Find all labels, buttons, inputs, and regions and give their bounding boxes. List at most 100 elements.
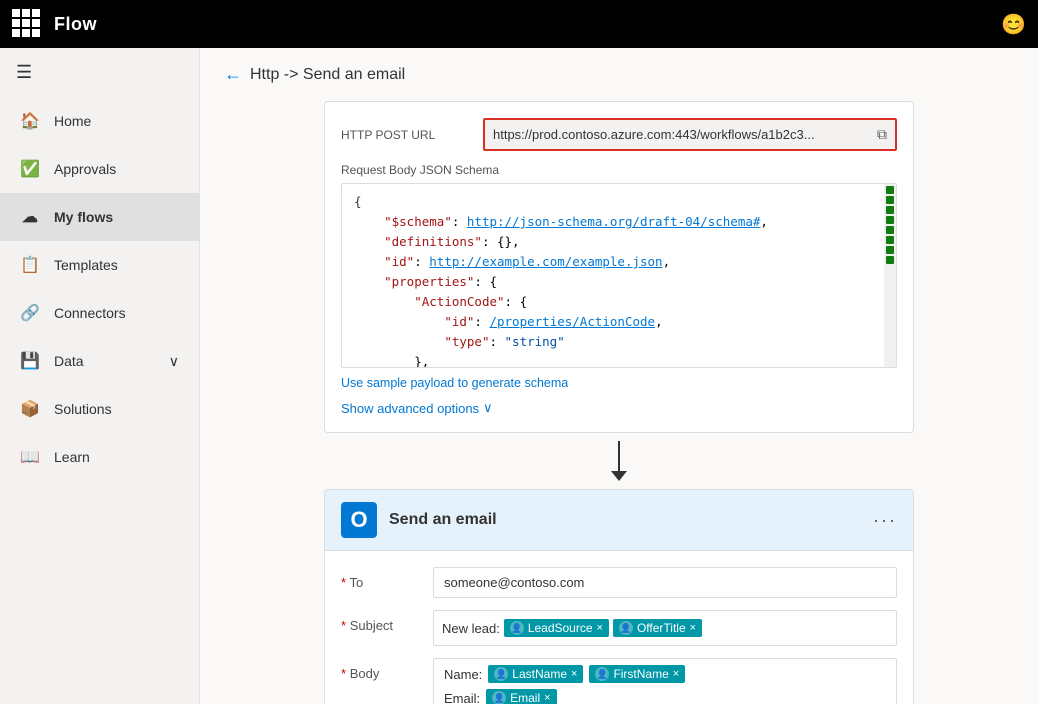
json-line-6: "id": /properties/ActionCode, — [354, 312, 870, 332]
breadcrumb-text: Http -> Send an email — [250, 66, 405, 84]
waffle-icon[interactable] — [12, 9, 42, 39]
sidebar-item-solutions[interactable]: 📦 Solutions — [0, 385, 199, 433]
json-line-1: "$schema": http://json-schema.org/draft-… — [354, 212, 870, 232]
sidebar-item-learn[interactable]: 📖 Learn — [0, 433, 199, 481]
subject-input[interactable]: New lead: 👤 LeadSource × 👤 OfferTitle × — [433, 610, 897, 646]
myflows-icon: ☁ — [20, 207, 40, 227]
json-line-3: "id": http://example.com/example.json, — [354, 252, 870, 272]
json-scrollbar[interactable] — [884, 184, 896, 367]
subject-field-row: * Subject New lead: 👤 LeadSource × — [341, 610, 897, 646]
body-email-prefix: Email: — [444, 691, 480, 704]
scroll-dot — [886, 236, 894, 244]
sidebar-item-connectors[interactable]: 🔗 Connectors — [0, 289, 199, 337]
data-expand-icon: ∨ — [169, 353, 179, 370]
sidebar-label-templates: Templates — [54, 257, 118, 273]
email-tag-label: Email — [510, 691, 540, 704]
learn-icon: 📖 — [20, 447, 40, 467]
body-name-prefix: Name: — [444, 667, 482, 682]
cards-area: HTTP POST URL https://prod.contoso.azure… — [200, 101, 1038, 704]
to-label: * To — [341, 567, 421, 590]
email-tag-close[interactable]: × — [544, 692, 550, 704]
lastname-tag-close[interactable]: × — [571, 668, 577, 680]
sidebar-label-myflows: My flows — [54, 209, 113, 225]
scroll-dot — [886, 186, 894, 194]
app-title: Flow — [54, 14, 97, 35]
body-tag-lastname: 👤 LastName × — [488, 665, 583, 683]
arrow-down — [611, 441, 627, 481]
sidebar-item-myflows[interactable]: ☁ My flows — [0, 193, 199, 241]
http-show-advanced[interactable]: Show advanced options ∨ — [341, 400, 897, 416]
leadsource-tag-close[interactable]: × — [597, 622, 603, 634]
back-button[interactable]: ← — [224, 64, 242, 85]
sidebar-item-data[interactable]: 💾 Data ∨ — [0, 337, 199, 385]
subject-label: * Subject — [341, 610, 421, 633]
lastname-tag-label: LastName — [512, 667, 567, 681]
user-icon[interactable]: 😊 — [1001, 12, 1026, 37]
body-tag-email: 👤 Email × — [486, 689, 556, 704]
body-required: * — [341, 666, 346, 681]
body-field-row: * Body Name: 👤 LastName × — [341, 658, 897, 704]
outlook-icon: O — [341, 502, 377, 538]
subject-tag-leadsource: 👤 LeadSource × — [504, 619, 609, 637]
to-label-text: To — [349, 575, 363, 590]
email-card-title: Send an email — [389, 511, 861, 529]
sidebar-label-home: Home — [54, 113, 91, 129]
content-area: ← Http -> Send an email HTTP POST URL ht… — [200, 48, 1038, 704]
body-input[interactable]: Name: 👤 LastName × 👤 FirstName × — [433, 658, 897, 704]
json-line-7: "type": "string" — [354, 332, 870, 352]
body-name-line: Name: 👤 LastName × 👤 FirstName × — [444, 665, 886, 683]
approvals-icon: ✅ — [20, 159, 40, 179]
body-tag-firstname: 👤 FirstName × — [589, 665, 685, 683]
sidebar-item-templates[interactable]: 📋 Templates — [0, 241, 199, 289]
arrow-line — [618, 441, 620, 471]
json-editor[interactable]: { "$schema": http://json-schema.org/draf… — [341, 183, 897, 368]
offertitle-tag-icon: 👤 — [619, 621, 633, 635]
body-email-line: Email: 👤 Email × — [444, 689, 886, 704]
copy-button[interactable]: ⧉ — [877, 126, 887, 143]
subject-prefix: New lead: — [442, 621, 500, 636]
arrow-connector — [611, 433, 627, 489]
schema-link[interactable]: http://json-schema.org/draft-04/schema# — [467, 214, 761, 229]
http-card: HTTP POST URL https://prod.contoso.azure… — [324, 101, 914, 433]
json-line-0: { — [354, 192, 870, 212]
json-line-8: }, — [354, 352, 870, 368]
url-box: https://prod.contoso.azure.com:443/workf… — [483, 118, 897, 151]
scroll-dot — [886, 226, 894, 234]
scroll-dot — [886, 256, 894, 264]
email-more-button[interactable]: ··· — [873, 510, 897, 531]
sidebar-item-home[interactable]: 🏠 Home — [0, 97, 199, 145]
id-link[interactable]: http://example.com/example.json — [429, 254, 662, 269]
firstname-tag-close[interactable]: × — [673, 668, 679, 680]
main-layout: ☰ 🏠 Home ✅ Approvals ☁ My flows 📋 Templa… — [0, 48, 1038, 704]
hamburger-button[interactable]: ☰ — [0, 48, 199, 97]
http-chevron-icon: ∨ — [483, 400, 493, 416]
body-label-text: Body — [350, 666, 380, 681]
offertitle-tag-close[interactable]: × — [690, 622, 696, 634]
sample-payload-link[interactable]: Use sample payload to generate schema — [341, 376, 568, 390]
arrow-head — [611, 471, 627, 481]
url-field-row: HTTP POST URL https://prod.contoso.azure… — [341, 118, 897, 151]
sidebar-label-data: Data — [54, 353, 84, 369]
leadsource-tag-label: LeadSource — [528, 621, 593, 635]
email-card: O Send an email ··· * To — [324, 489, 914, 704]
json-content: { "$schema": http://json-schema.org/draf… — [354, 192, 884, 368]
sidebar-label-approvals: Approvals — [54, 161, 116, 177]
offertitle-tag-label: OfferTitle — [637, 621, 686, 635]
action-id-link[interactable]: /properties/ActionCode — [489, 314, 655, 329]
sidebar-label-connectors: Connectors — [54, 305, 126, 321]
scroll-dot — [886, 216, 894, 224]
solutions-icon: 📦 — [20, 399, 40, 419]
scroll-indicators — [884, 184, 896, 266]
scroll-dot — [886, 196, 894, 204]
firstname-tag-icon: 👤 — [595, 667, 609, 681]
leadsource-tag-icon: 👤 — [510, 621, 524, 635]
sidebar-item-approvals[interactable]: ✅ Approvals — [0, 145, 199, 193]
data-icon: 💾 — [20, 351, 40, 371]
email-card-header: O Send an email ··· — [325, 490, 913, 551]
json-line-2: "definitions": {}, — [354, 232, 870, 252]
sidebar-label-learn: Learn — [54, 449, 90, 465]
to-input[interactable] — [433, 567, 897, 598]
firstname-tag-label: FirstName — [613, 667, 668, 681]
sidebar-label-solutions: Solutions — [54, 401, 112, 417]
body-label: * Body — [341, 658, 421, 681]
